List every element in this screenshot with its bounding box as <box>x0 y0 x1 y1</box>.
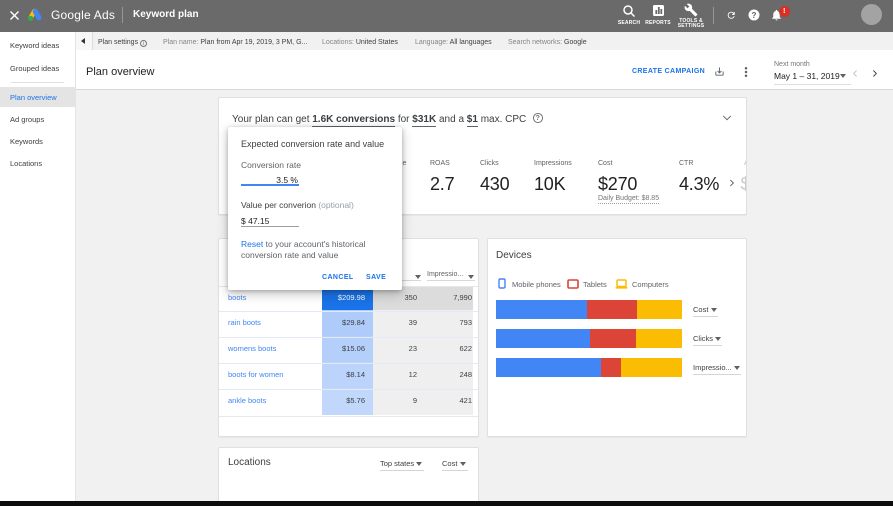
svg-text:?: ? <box>752 10 757 19</box>
